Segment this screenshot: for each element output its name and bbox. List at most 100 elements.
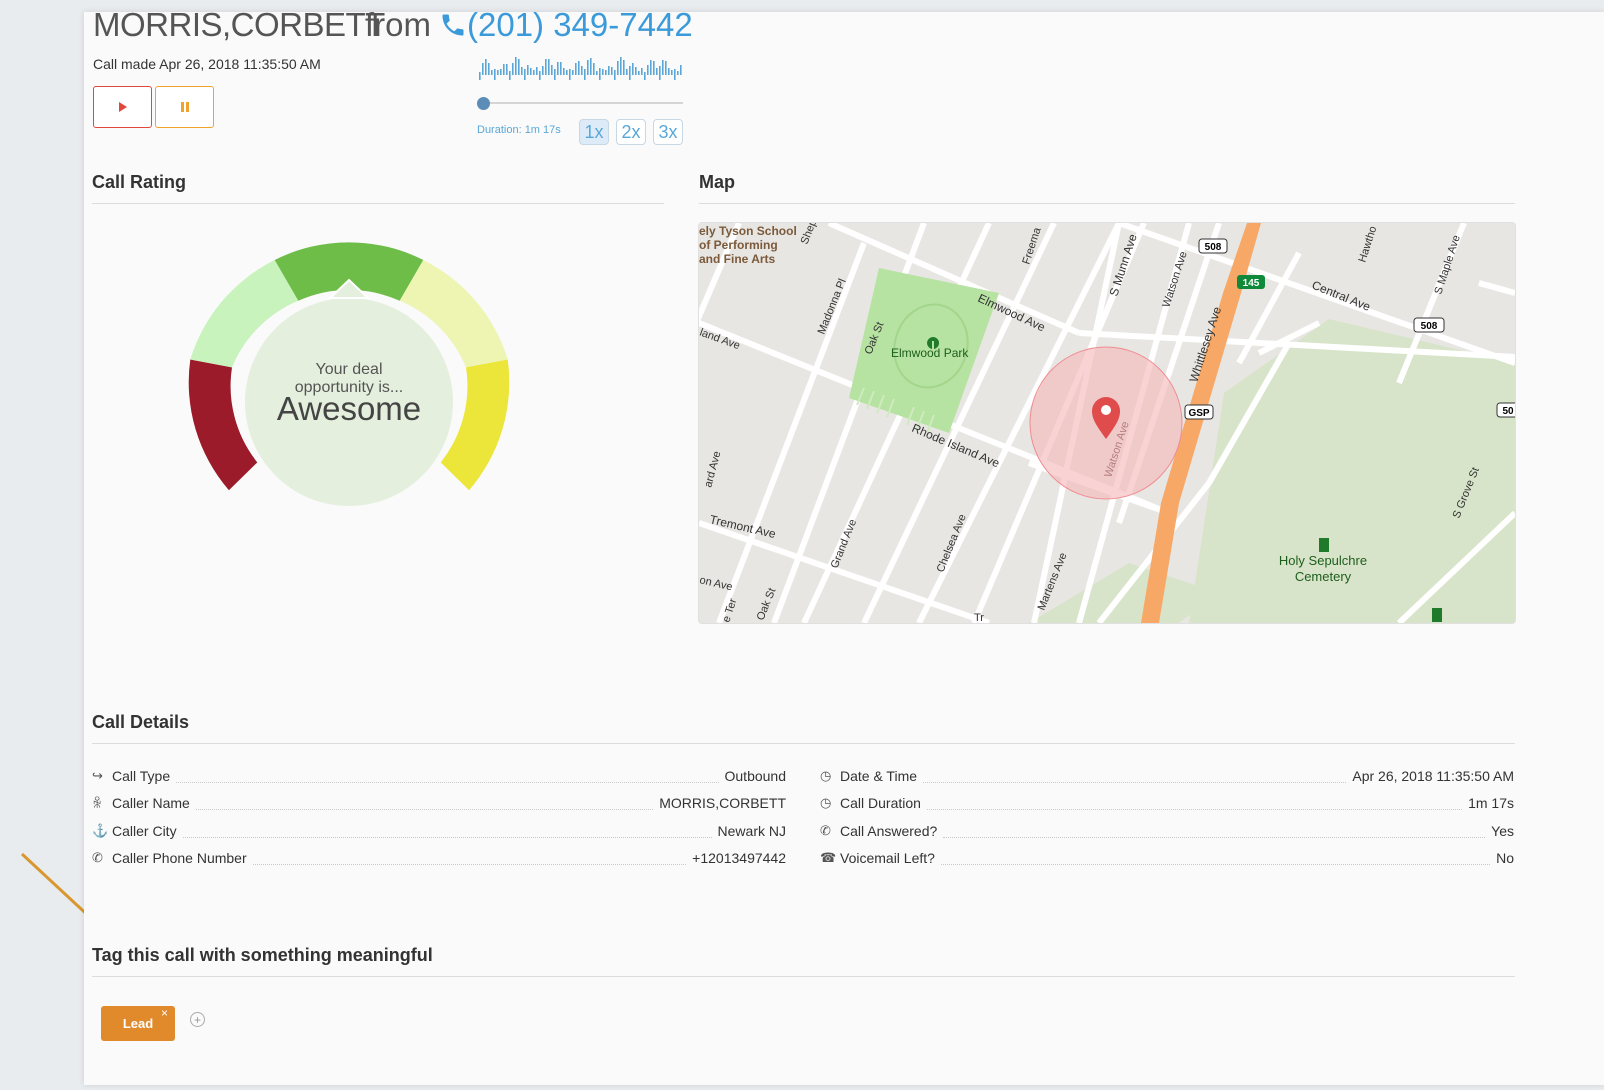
waveform-bar [602,69,604,75]
waveform-bar [611,67,613,75]
detail-row-caller-phone: ✆ Caller Phone Number +12013497442 [92,847,786,869]
waveform-bar [521,67,523,75]
caller-phone-link[interactable]: (201) 349-7442 [439,6,693,44]
waveform-bar [524,69,526,80]
speed-1x-button[interactable]: 1x [579,119,609,145]
leader-dots [923,770,1347,783]
waveform-bar [551,65,553,75]
waveform-bar [620,57,622,75]
playback-scrubber-handle[interactable] [477,97,490,110]
waveform-bar [503,64,505,75]
tag-section-heading: Tag this call with something meaningful [92,945,433,965]
location-map[interactable]: 508 145 508 GSP 50 ely Tyson School of P… [698,222,1516,624]
waveform-bar [635,67,637,75]
remove-tag-icon[interactable]: × [161,1006,168,1020]
waveform-bar [527,65,529,75]
map-divider [699,203,1515,204]
playback-track[interactable] [483,102,683,104]
waveform-bar [608,66,610,75]
waveform-bar [587,60,589,75]
audio-waveform [479,57,682,80]
cemetery-icon-2 [1432,608,1442,622]
waveform-bar [566,70,568,75]
waveform-bar [623,60,625,75]
detail-row-caller-name: ꆜ Caller Name MORRIS,CORBETT [92,792,786,814]
waveform-bar [506,64,508,75]
detail-value: Outbound [724,768,787,784]
detail-label: Call Duration [840,795,921,811]
detail-row-call-duration: ◷ Call Duration 1m 17s [820,792,1514,814]
waveform-bar [644,72,646,80]
waveform-bar [497,70,499,75]
caller-phone-text: (201) 349-7442 [467,6,693,43]
leader-dots [176,770,719,783]
shield-gsp: GSP [1188,408,1209,419]
call-rating-divider [92,203,664,204]
waveform-bar [662,60,664,75]
detail-value: No [1496,850,1514,866]
waveform-bar [632,63,634,75]
detail-label: Call Type [112,768,171,784]
call-rating-heading: Call Rating [92,172,187,192]
leader-dots [943,825,1486,838]
map-canvas: 508 145 508 GSP 50 ely Tyson School of P… [699,223,1515,623]
detail-label: Caller Name [112,795,190,811]
shield-145: 145 [1243,278,1260,289]
detail-label: Caller City [112,823,177,839]
waveform-bar [614,70,616,80]
detail-value: +12013497442 [692,850,786,866]
pause-button[interactable] [155,86,214,128]
waveform-bar [563,68,565,75]
detail-value: Apr 26, 2018 11:35:50 AM [1352,768,1514,784]
detail-label: Voicemail Left? [840,850,935,866]
add-tag-icon[interactable]: + [190,1012,205,1027]
clock-icon: ◷ [820,768,832,783]
speed-2x-button[interactable]: 2x [616,119,646,145]
waveform-bar [548,59,550,75]
play-button[interactable] [93,86,152,128]
waveform-bar [485,59,487,75]
play-icon [118,102,127,112]
waveform-bar [545,59,547,75]
speed-3x-button[interactable]: 3x [653,119,683,145]
map-label-cemetery2: Cemetery [1295,569,1352,584]
waveform-bar [554,69,556,80]
waveform-bar [500,69,502,75]
waveform-bar [584,69,586,80]
map-label-tr: Tr [974,612,984,623]
phone-icon: ✆ [92,850,103,865]
waveform-bar [542,66,544,75]
map-label-school2: of Performing [699,238,778,252]
gauge-value-text: Awesome [277,390,421,427]
waveform-bar [539,71,541,80]
waveform-bar [656,68,658,75]
call-made-timestamp: Call made Apr 26, 2018 11:35:50 AM [93,56,321,72]
from-label: from [365,6,431,43]
waveform-bar [482,63,484,75]
map-heading: Map [699,172,735,192]
detail-row-caller-city: ⚓ Caller City Newark NJ [92,820,786,842]
voicemail-icon: ☎ [820,850,837,865]
share-icon: ↪ [92,768,103,783]
waveform-bar [677,71,679,75]
waveform-bar [578,61,580,75]
detail-value: Newark NJ [717,823,786,839]
location-icon: ⚓ [92,823,109,838]
detail-value: MORRIS,CORBETT [659,795,786,811]
waveform-bar [560,62,562,75]
waveform-bar [650,60,652,75]
tag-section-divider [92,976,1515,977]
waveform-bar [533,70,535,75]
map-label-cemetery1: Holy Sepulchre [1279,553,1367,568]
shield-50: 50 [1502,406,1514,417]
waveform-bar [494,69,496,80]
waveform-bar [665,61,667,75]
waveform-bar [569,69,571,80]
duration-label: Duration: 1m 17s [477,124,561,136]
clock-icon: ◷ [820,795,832,810]
detail-label: Date & Time [840,768,918,784]
leader-dots [252,852,687,865]
waveform-bar [629,66,631,80]
phone-icon: ✆ [820,823,831,838]
call-details-divider [92,743,1515,744]
